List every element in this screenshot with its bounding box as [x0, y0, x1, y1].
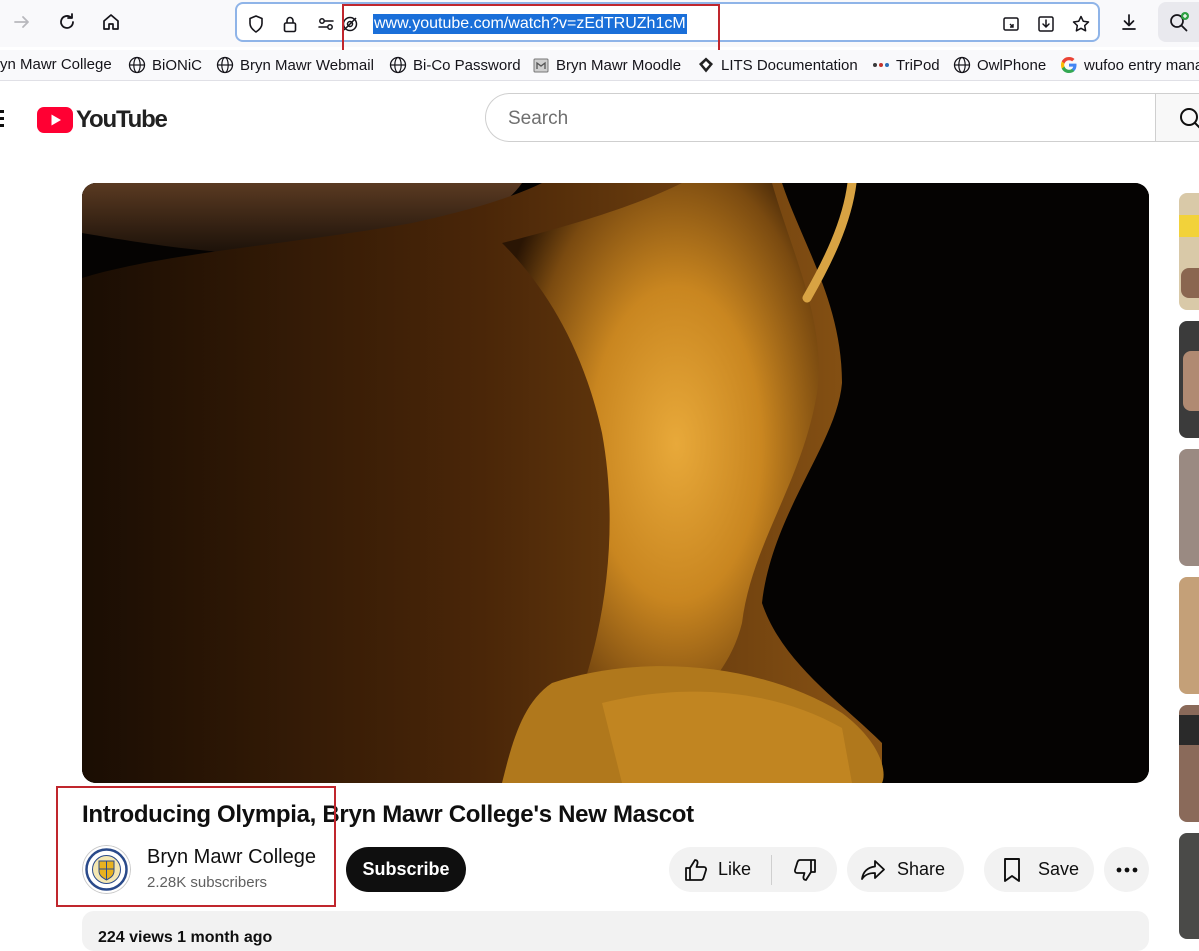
more-horizontal-icon [1116, 867, 1137, 872]
reader-view-icon[interactable] [1000, 13, 1022, 35]
search-extension-icon [1170, 12, 1189, 32]
save-button[interactable]: Save [984, 847, 1094, 892]
forward-button[interactable] [8, 8, 36, 36]
home-button[interactable] [97, 8, 125, 36]
related-video-thumbnail[interactable] [1179, 193, 1199, 310]
bookmark-tripod[interactable]: TriPod [872, 56, 940, 74]
globe-icon [389, 56, 407, 74]
menu-icon[interactable] [0, 110, 6, 128]
home-icon [103, 14, 119, 30]
bookmark-label: Bryn Mawr Moodle [556, 56, 682, 74]
dislike-button[interactable] [772, 847, 837, 892]
bookmark-label: wufoo entry mana [1084, 56, 1199, 74]
permissions-icon[interactable] [315, 13, 337, 35]
video-player[interactable] [82, 183, 1149, 783]
lock-icon[interactable] [279, 13, 301, 35]
lits-icon [699, 57, 713, 73]
youtube-logo-text: YouTube [76, 106, 168, 133]
downloads-button[interactable] [1115, 8, 1143, 36]
bookmark-lits-documentation[interactable]: LITS Documentation [697, 56, 858, 74]
view-count-and-date: 224 views 1 month ago [98, 929, 273, 946]
more-actions-button[interactable] [1104, 847, 1149, 892]
channel-avatar[interactable] [82, 845, 131, 894]
thumbs-up-icon [685, 858, 708, 881]
bookmark-bryn-mawr-webmail[interactable]: Bryn Mawr Webmail [216, 56, 374, 74]
related-video-thumbnail[interactable] [1179, 449, 1199, 566]
bookmark-label: Bi-Co Password [413, 56, 521, 74]
like-dislike-group: Like [669, 847, 837, 892]
youtube-logo[interactable]: YouTube [37, 106, 168, 134]
bookmark-owlphone[interactable]: OwlPhone [953, 56, 1046, 74]
google-icon [1061, 57, 1077, 73]
bookmark-label: BiONiC [152, 56, 203, 74]
save-label: Save [1038, 859, 1080, 879]
reload-icon [60, 13, 74, 29]
globe-icon [953, 56, 971, 74]
related-video-thumbnail[interactable] [1179, 833, 1199, 939]
download-page-icon[interactable] [1035, 13, 1057, 35]
bookmark-label: OwlPhone [977, 56, 1047, 74]
extension-button[interactable] [1158, 2, 1199, 42]
subscribe-button[interactable]: Subscribe [346, 847, 466, 892]
channel-name[interactable]: Bryn Mawr College [147, 846, 316, 869]
share-label: Share [897, 859, 946, 879]
related-video-thumbnail[interactable] [1179, 321, 1199, 438]
description-box[interactable]: 224 views 1 month ago [82, 911, 1149, 951]
share-button[interactable]: Share [847, 847, 964, 892]
bookmark-label: TriPod [896, 56, 940, 74]
reload-button[interactable] [53, 8, 81, 36]
tripod-dots-icon [873, 63, 889, 67]
bookmark-icon [1004, 857, 1020, 882]
bookmark-bryn-mawr-college[interactable]: yn Mawr College [0, 56, 112, 73]
search-button[interactable] [1155, 93, 1199, 142]
arrow-right-icon [14, 16, 29, 28]
youtube-play-icon [37, 107, 73, 133]
search-input[interactable] [506, 107, 1110, 131]
bookmark-wufoo-entry[interactable]: wufoo entry mana [1060, 56, 1199, 74]
search-icon [1180, 108, 1199, 129]
moodle-icon [533, 58, 549, 73]
bookmark-label: LITS Documentation [721, 56, 858, 74]
globe-icon [216, 56, 234, 74]
url-highlight-box [342, 4, 720, 53]
related-video-thumbnail[interactable] [1179, 577, 1199, 694]
shield-icon[interactable] [245, 13, 267, 35]
bookmark-bi-co-password[interactable]: Bi-Co Password [389, 56, 521, 74]
search-box[interactable] [485, 93, 1156, 142]
related-video-thumbnail[interactable] [1179, 705, 1199, 822]
bookmark-bionic[interactable]: BiONiC [128, 56, 202, 74]
video-frame-image [82, 183, 1149, 783]
download-icon [1122, 14, 1136, 30]
bookmark-bryn-mawr-moodle[interactable]: Bryn Mawr Moodle [532, 56, 681, 74]
share-arrow-icon [861, 859, 885, 880]
like-label: Like [718, 859, 752, 879]
bookmark-star-icon[interactable] [1070, 13, 1092, 35]
browser-toolbar: www.youtube.com/watch?v=zEdTRUZh1cM [0, 0, 1199, 53]
like-button[interactable]: Like [669, 847, 771, 892]
bookmarks-bar: yn Mawr College BiONiC Bryn Mawr Webmail… [0, 50, 1199, 81]
college-seal-icon [82, 845, 131, 894]
bookmark-label: Bryn Mawr Webmail [240, 56, 374, 74]
bookmark-label: yn Mawr College [0, 56, 112, 73]
subscriber-count: 2.28K subscribers [147, 874, 268, 891]
thumbs-down-icon [793, 858, 816, 881]
globe-icon [128, 56, 146, 74]
